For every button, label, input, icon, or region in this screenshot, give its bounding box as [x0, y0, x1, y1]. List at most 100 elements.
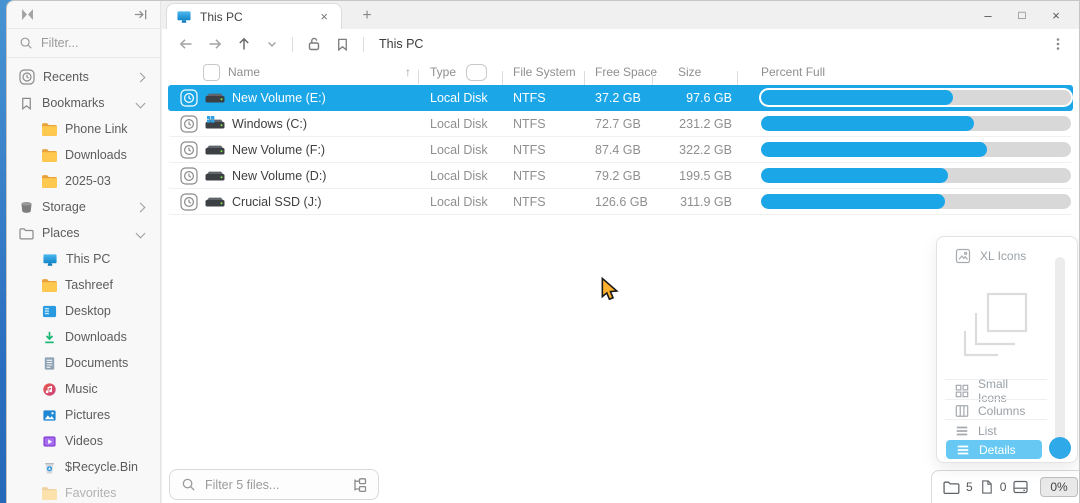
sort-ascending-icon[interactable]: ↑: [405, 65, 411, 79]
sidebar-item-this-pc[interactable]: This PC: [7, 246, 160, 272]
table-row-new-volume-f[interactable]: New Volume (F:) Local Disk NTFS 87.4 GB …: [168, 137, 1073, 163]
bookmark-icon[interactable]: [335, 37, 350, 52]
picture-icon: [42, 408, 57, 423]
tab-this-pc[interactable]: This PC ×: [166, 3, 342, 29]
view-option-details[interactable]: Details: [946, 440, 1042, 459]
new-tab-button[interactable]: +: [355, 4, 379, 28]
folder-icon: [42, 278, 57, 292]
filter-settings-icon[interactable]: [351, 477, 367, 493]
sidebar-item-label: 2025-03: [65, 174, 111, 188]
sidebar-item-recents[interactable]: Recents: [7, 64, 160, 90]
recycle-bin-icon: [42, 460, 57, 475]
column-label: Percent Full: [761, 65, 826, 79]
chevron-right-icon[interactable]: [135, 72, 146, 82]
type-filter-box[interactable]: [466, 63, 487, 81]
sidebar-item-phone-link[interactable]: Phone Link: [7, 116, 160, 142]
hard-drive-icon: [204, 194, 226, 210]
sidebar-item-places[interactable]: Places: [7, 220, 160, 246]
close-button[interactable]: ×: [1039, 2, 1073, 28]
back-icon[interactable]: [178, 36, 194, 52]
breadcrumb[interactable]: This PC: [379, 37, 423, 51]
lock-icon[interactable]: [306, 36, 322, 52]
sidebar-item-label: Downloads: [65, 148, 127, 162]
column-header-percent-full[interactable]: Percent Full: [737, 65, 1073, 85]
view-option-label: XL Icons: [980, 249, 1027, 263]
list-icon: [955, 424, 969, 438]
column-header-type[interactable]: Type: [418, 63, 511, 84]
drive-name: Windows (C:): [232, 116, 308, 131]
clock-icon: [180, 192, 198, 211]
expand-down-icon[interactable]: [265, 37, 279, 51]
maximize-button[interactable]: □: [1005, 2, 1039, 28]
cell-type: Local Disk: [430, 168, 488, 183]
folder-icon: [943, 480, 960, 495]
icon-size-slider[interactable]: [1055, 257, 1065, 452]
table-row-new-volume-e[interactable]: New Volume (E:) Local Disk NTFS 37.2 GB …: [168, 85, 1073, 111]
sidebar-item-label: $Recycle.Bin: [65, 460, 138, 474]
column-header-size[interactable]: Size: [652, 65, 746, 85]
small-icons-icon: [955, 384, 969, 398]
sidebar-item-favorites[interactable]: Favorites: [7, 480, 160, 503]
app-logo-icon: [20, 7, 35, 22]
view-option-columns[interactable]: Columns: [945, 401, 1037, 421]
up-icon[interactable]: [236, 36, 252, 52]
columns-icon: [955, 404, 969, 418]
sidebar-item-pictures[interactable]: Pictures: [7, 402, 160, 428]
view-option-xl-icons[interactable]: XL Icons: [945, 246, 1041, 266]
desktop-icon: [42, 304, 57, 319]
sidebar-filter-input[interactable]: Filter...: [7, 29, 160, 58]
sidebar-item-music[interactable]: Music: [7, 376, 160, 402]
minimize-button[interactable]: –: [971, 2, 1005, 28]
folder-outline-icon: [19, 227, 34, 240]
sidebar-item-tashreef[interactable]: Tashreef: [7, 272, 160, 298]
sidebar-item-bookmarks[interactable]: Bookmarks: [7, 90, 160, 116]
forward-icon[interactable]: [207, 36, 223, 52]
column-label: Name: [228, 65, 261, 79]
sidebar-item-downloads[interactable]: Downloads: [7, 324, 160, 350]
column-header-name[interactable]: Name ↑: [168, 63, 427, 81]
table-row-crucial-ssd-j[interactable]: Crucial SSD (J:) Local Disk NTFS 126.6 G…: [168, 189, 1073, 215]
chevron-down-icon[interactable]: [135, 98, 146, 108]
column-label: File System: [513, 65, 576, 79]
sidebar-item-videos[interactable]: Videos: [7, 428, 160, 454]
file-icon: [979, 479, 994, 495]
download-icon: [42, 330, 57, 345]
chevron-down-icon[interactable]: [135, 228, 146, 238]
sidebar-item-label: Favorites: [65, 486, 117, 500]
sidebar-item-downloads-bookmark[interactable]: Downloads: [7, 142, 160, 168]
column-header-free-space[interactable]: Free Space: [584, 65, 661, 85]
sidebar-item-documents[interactable]: Documents: [7, 350, 160, 376]
sidebar-item-storage[interactable]: Storage: [7, 194, 160, 220]
sidebar-item-desktop[interactable]: Desktop: [7, 298, 160, 324]
folder-count: 5: [966, 480, 973, 494]
folder-icon: [42, 122, 57, 136]
cell-type: Local Disk: [430, 116, 488, 131]
sidebar-item-label: Tashreef: [65, 278, 113, 292]
percent-full-bar: [761, 194, 1071, 209]
more-icon[interactable]: [1051, 36, 1065, 52]
table-row-windows-c[interactable]: Windows (C:) Local Disk NTFS 72.7 GB 231…: [168, 111, 1073, 137]
tab-close-icon[interactable]: ×: [316, 8, 332, 25]
sidebar-item-label: Downloads: [65, 330, 127, 344]
monitor-icon: [42, 252, 58, 267]
tab-label: This PC: [200, 9, 243, 24]
table-row-new-volume-d[interactable]: New Volume (D:) Local Disk NTFS 79.2 GB …: [168, 163, 1073, 189]
view-option-small-icons[interactable]: Small Icons: [945, 377, 1037, 405]
search-icon: [19, 36, 33, 50]
files-filter-input[interactable]: Filter 5 files...: [169, 469, 379, 500]
mouse-cursor: [600, 277, 620, 303]
sidebar-item-label: Places: [42, 226, 80, 240]
select-all-checkbox[interactable]: [203, 63, 220, 81]
slider-knob[interactable]: [1049, 437, 1071, 459]
chevron-right-icon[interactable]: [135, 202, 146, 212]
pin-sidebar-icon[interactable]: [133, 7, 148, 22]
sidebar-item-recycle-bin[interactable]: $Recycle.Bin: [7, 454, 160, 480]
cell-file-system: NTFS: [513, 168, 546, 183]
view-option-list[interactable]: List: [945, 421, 1037, 441]
clock-icon: [19, 69, 35, 85]
video-icon: [42, 434, 57, 449]
file-count: 0: [999, 480, 1007, 494]
column-header-file-system[interactable]: File System: [502, 65, 593, 85]
sidebar-item-2025-03[interactable]: 2025-03: [7, 168, 160, 194]
hard-drive-icon: [204, 142, 226, 158]
